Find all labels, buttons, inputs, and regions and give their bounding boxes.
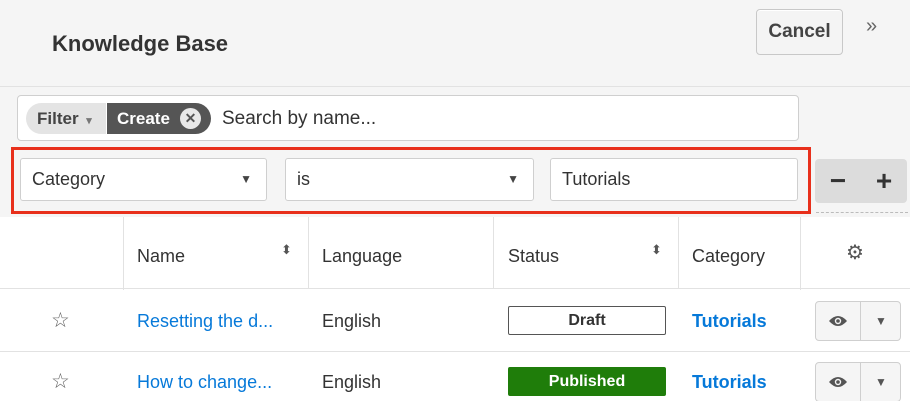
category-link[interactable]: Tutorials (692, 311, 767, 332)
row-actions-dropdown[interactable]: ▼ (861, 302, 901, 340)
divider (816, 212, 908, 213)
sort-icon[interactable]: ⬍ (651, 243, 662, 256)
column-divider (678, 217, 679, 289)
collapse-panel-icon[interactable]: » (866, 15, 877, 38)
add-rule-button[interactable]: + (861, 159, 907, 203)
column-header-status[interactable]: Status (508, 246, 559, 267)
row-actions: ▼ (815, 362, 901, 401)
column-divider (493, 217, 494, 289)
eye-icon (829, 315, 847, 326)
remove-rule-button[interactable]: − (815, 159, 861, 203)
rule-button-group: − + (815, 159, 907, 203)
category-link[interactable]: Tutorials (692, 372, 767, 393)
row-actions: ▼ (815, 301, 901, 341)
column-header-language: Language (322, 246, 403, 266)
preview-button[interactable] (816, 302, 861, 340)
chevron-down-icon: ▾ (86, 115, 92, 127)
filter-dropdown[interactable]: Filter ▾ (26, 103, 106, 134)
sort-icon[interactable]: ⬍ (281, 243, 292, 256)
language-cell: English (322, 372, 382, 392)
status-badge: Published (508, 367, 666, 396)
gear-icon[interactable]: ⚙ (846, 240, 864, 265)
column-header-name[interactable]: Name (137, 246, 185, 267)
remove-filter-icon[interactable]: ✕ (180, 108, 201, 129)
star-icon[interactable]: ☆ (51, 308, 70, 333)
page-title: Knowledge Base (52, 31, 229, 56)
highlight-box (11, 147, 811, 214)
star-icon[interactable]: ☆ (51, 369, 70, 394)
cancel-button[interactable]: Cancel (756, 9, 843, 55)
column-divider (308, 217, 309, 289)
filter-label: Filter (37, 109, 79, 128)
record-name-link[interactable]: How to change... (137, 372, 272, 393)
search-input[interactable] (222, 103, 782, 134)
status-badge: Draft (508, 306, 666, 335)
column-header-category: Category (692, 246, 766, 266)
eye-icon (829, 376, 847, 387)
record-name-link[interactable]: Resetting the d... (137, 311, 273, 332)
preview-button[interactable] (816, 363, 861, 401)
row-actions-dropdown[interactable]: ▼ (861, 363, 901, 401)
language-cell: English (322, 311, 382, 331)
create-tag-label: Create (117, 109, 170, 128)
